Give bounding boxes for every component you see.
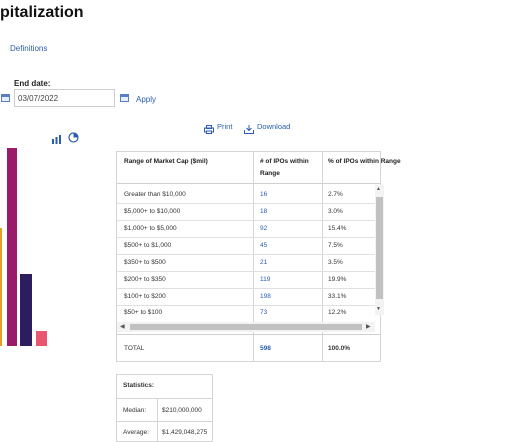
apply-calendar-icon[interactable] <box>120 94 129 102</box>
scroll-down-icon[interactable]: ▼ <box>376 306 381 312</box>
definitions-link[interactable]: Definitions <box>10 44 47 53</box>
statistics-table: Statistics: Median: $210,000,000 Average… <box>116 374 213 442</box>
vertical-scrollbar[interactable]: ▲ ▼ <box>375 185 384 315</box>
col-header-count: # of IPOs within Range <box>260 158 309 177</box>
download-button[interactable]: Download <box>257 122 290 131</box>
apply-button[interactable]: Apply <box>136 95 156 104</box>
stat-label: Median: <box>123 407 147 414</box>
print-button[interactable]: Print <box>217 122 232 131</box>
col-header-percent: % of IPOs within Range <box>328 158 401 165</box>
scroll-right-icon[interactable]: ▶ <box>366 323 371 330</box>
chart-bar-4 <box>36 331 47 346</box>
page-title: pitalization <box>0 4 84 21</box>
col-header-range: Range of Market Cap ($mil) <box>124 158 208 165</box>
pie-chart-icon[interactable] <box>68 130 79 143</box>
stat-label: Average: <box>123 429 149 436</box>
calendar-icon[interactable] <box>1 94 10 102</box>
market-cap-table: Range of Market Cap ($mil) # of IPOs wit… <box>116 151 401 362</box>
end-date-label: End date: <box>14 79 51 88</box>
scrollbar-thumb[interactable] <box>376 197 383 299</box>
scroll-left-icon[interactable]: ◀ <box>120 323 125 330</box>
chart-bar-1 <box>0 228 2 346</box>
end-date-input[interactable]: 03/07/2022 <box>14 89 115 107</box>
horizontal-scrollbar[interactable]: ◀ ▶ <box>117 322 375 332</box>
bar-chart-icon[interactable] <box>52 131 62 144</box>
stat-value: $210,000,000 <box>162 407 202 414</box>
chart-bar-3 <box>20 274 32 346</box>
statistics-header: Statistics: <box>123 382 155 389</box>
chart-bar-2 <box>7 148 17 346</box>
print-icon[interactable] <box>204 121 214 134</box>
hscrollbar-thumb[interactable] <box>130 324 362 330</box>
scroll-up-icon[interactable]: ▲ <box>376 186 381 192</box>
stat-value: $1,429,048,275 <box>162 429 208 436</box>
download-icon[interactable] <box>244 121 254 134</box>
